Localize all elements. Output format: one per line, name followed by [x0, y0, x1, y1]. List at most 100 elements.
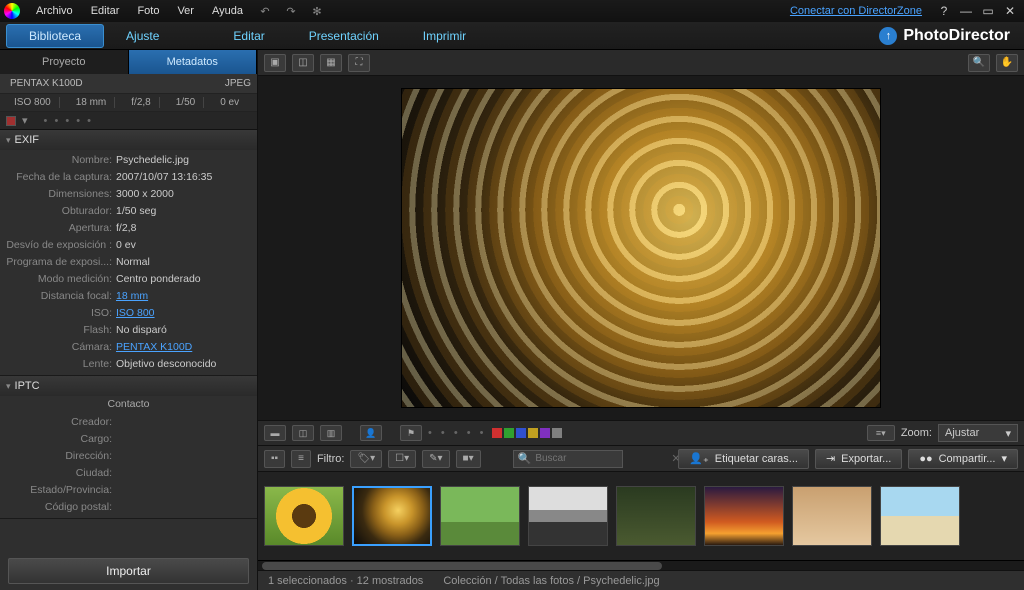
exif-value[interactable]: 18 mm — [116, 289, 251, 304]
thumbnail[interactable] — [528, 486, 608, 546]
layout-1-icon[interactable]: ▬ — [264, 425, 286, 441]
color-label-swatch[interactable] — [6, 116, 16, 126]
iptc-row: Dirección: — [0, 448, 257, 465]
face-tag-icon[interactable]: 👤 — [360, 425, 382, 441]
rating-dots[interactable]: • • • • • — [428, 427, 486, 439]
thumbnail[interactable] — [704, 486, 784, 546]
menu-foto[interactable]: Foto — [129, 3, 167, 19]
undo-icon[interactable]: ↶ — [257, 3, 273, 19]
thumb-size-list-icon[interactable]: ≡ — [291, 450, 311, 468]
exif-value[interactable]: PENTAX K100D — [116, 340, 251, 355]
iptc-value[interactable] — [116, 466, 251, 481]
iptc-value[interactable] — [116, 432, 251, 447]
rating-stars[interactable]: • • • • • — [44, 115, 93, 127]
main-photo — [401, 88, 881, 408]
exif-header[interactable]: EXIF — [0, 130, 257, 150]
import-button[interactable]: Importar — [8, 558, 249, 584]
upload-icon: ↑ — [879, 27, 897, 45]
view-mode-fullscreen-icon[interactable]: ⛶ — [348, 54, 370, 72]
directorzone-link[interactable]: Conectar con DirectorZone — [790, 5, 922, 17]
color-gray[interactable] — [552, 428, 562, 438]
color-blue[interactable] — [516, 428, 526, 438]
filter-brush-icon[interactable]: ✎▾ — [422, 450, 449, 468]
thumbnail[interactable] — [440, 486, 520, 546]
export-label: Exportar... — [841, 453, 891, 465]
module-editar[interactable]: Editar — [211, 25, 286, 47]
thumbnail[interactable] — [352, 486, 432, 546]
module-presentacion[interactable]: Presentación — [287, 25, 401, 47]
view-mode-grid-icon[interactable]: ▦ — [320, 54, 342, 72]
tab-metadatos[interactable]: Metadatos — [129, 50, 258, 74]
thumbnail[interactable] — [880, 486, 960, 546]
view-mode-single-icon[interactable]: ▣ — [264, 54, 286, 72]
menu-archivo[interactable]: Archivo — [28, 3, 81, 19]
menu-ver[interactable]: Ver — [169, 3, 202, 19]
exif-row: Distancia focal:18 mm — [0, 288, 257, 305]
iptc-value[interactable] — [116, 500, 251, 515]
exif-row: Lente:Objetivo desconocido — [0, 356, 257, 373]
thumbnail[interactable] — [264, 486, 344, 546]
search-icon: 🔍 — [518, 452, 532, 465]
flag-icon[interactable]: ⚑ — [400, 425, 422, 441]
app-logo-icon — [4, 3, 20, 19]
sort-icon[interactable]: ≡▾ — [867, 425, 895, 441]
iptc-row: Ciudad: — [0, 465, 257, 482]
exif-row: Flash:No disparó — [0, 322, 257, 339]
maximize-icon[interactable]: ▭ — [980, 4, 996, 18]
module-ajuste[interactable]: Ajuste — [104, 25, 181, 47]
exif-row: ISO:ISO 800 — [0, 305, 257, 322]
color-yellow[interactable] — [528, 428, 538, 438]
chevron-down-icon: ▾ — [1005, 427, 1011, 440]
zoom-select[interactable]: Ajustar ▾ — [938, 424, 1018, 442]
person-add-icon: 👤₊ — [689, 452, 709, 465]
menu-editar[interactable]: Editar — [83, 3, 128, 19]
menu-ayuda[interactable]: Ayuda — [204, 3, 251, 19]
exif-value: 1/50 seg — [116, 204, 251, 219]
tab-proyecto[interactable]: Proyecto — [0, 50, 129, 74]
thumbnail[interactable] — [792, 486, 872, 546]
help-icon[interactable]: ? — [936, 4, 952, 18]
layout-3-icon[interactable]: ▥ — [320, 425, 342, 441]
zoom-value: Ajustar — [945, 427, 979, 439]
zoom-tool-icon[interactable]: 🔍 — [968, 54, 990, 72]
exif-value: Centro ponderado — [116, 272, 251, 287]
filter-box-icon[interactable]: ☐▾ — [388, 450, 416, 468]
exif-key: Modo medición: — [6, 272, 116, 287]
iptc-header[interactable]: IPTC — [0, 376, 257, 396]
thumb-size-small-icon[interactable]: ▪▪ — [264, 450, 285, 468]
thumbnail-scrollbar[interactable] — [258, 560, 1024, 570]
view-mode-compare-icon[interactable]: ◫ — [292, 54, 314, 72]
color-green[interactable] — [504, 428, 514, 438]
color-labels[interactable] — [492, 428, 562, 438]
filter-color-icon[interactable]: ■▾ — [456, 450, 481, 468]
settings-icon[interactable]: ✻ — [309, 3, 325, 19]
exif-value: 0 ev — [116, 238, 251, 253]
exif-row: Modo medición:Centro ponderado — [0, 271, 257, 288]
photo-viewer[interactable] — [258, 76, 1024, 420]
iptc-value[interactable] — [116, 449, 251, 464]
tag-faces-label: Etiquetar caras... — [715, 453, 798, 465]
share-button[interactable]: ●● Compartir... ▾ — [908, 449, 1018, 469]
color-purple[interactable] — [540, 428, 550, 438]
thumbnail[interactable] — [616, 486, 696, 546]
minimize-icon[interactable]: — — [958, 4, 974, 18]
tag-faces-button[interactable]: 👤₊ Etiquetar caras... — [678, 449, 809, 469]
exif-key: Programa de exposi...: — [6, 255, 116, 270]
pan-tool-icon[interactable]: ✋ — [996, 54, 1018, 72]
exif-value: 3000 x 2000 — [116, 187, 251, 202]
module-imprimir[interactable]: Imprimir — [401, 25, 488, 47]
exif-value[interactable]: ISO 800 — [116, 306, 251, 321]
iptc-value[interactable] — [116, 415, 251, 430]
layout-2-icon[interactable]: ◫ — [292, 425, 314, 441]
search-input[interactable] — [535, 453, 667, 464]
search-box[interactable]: 🔍 ✕ — [513, 450, 623, 468]
close-icon[interactable]: ✕ — [1002, 4, 1018, 18]
export-button[interactable]: ⇥ Exportar... — [815, 449, 902, 469]
filter-tag-icon[interactable]: 🏷▾ — [350, 450, 382, 468]
redo-icon[interactable]: ↷ — [283, 3, 299, 19]
iptc-value[interactable] — [116, 483, 251, 498]
camera-model: PENTAX K100D — [6, 78, 87, 89]
color-red[interactable] — [492, 428, 502, 438]
module-biblioteca[interactable]: Biblioteca — [6, 24, 104, 48]
exif-value: Normal — [116, 255, 251, 270]
